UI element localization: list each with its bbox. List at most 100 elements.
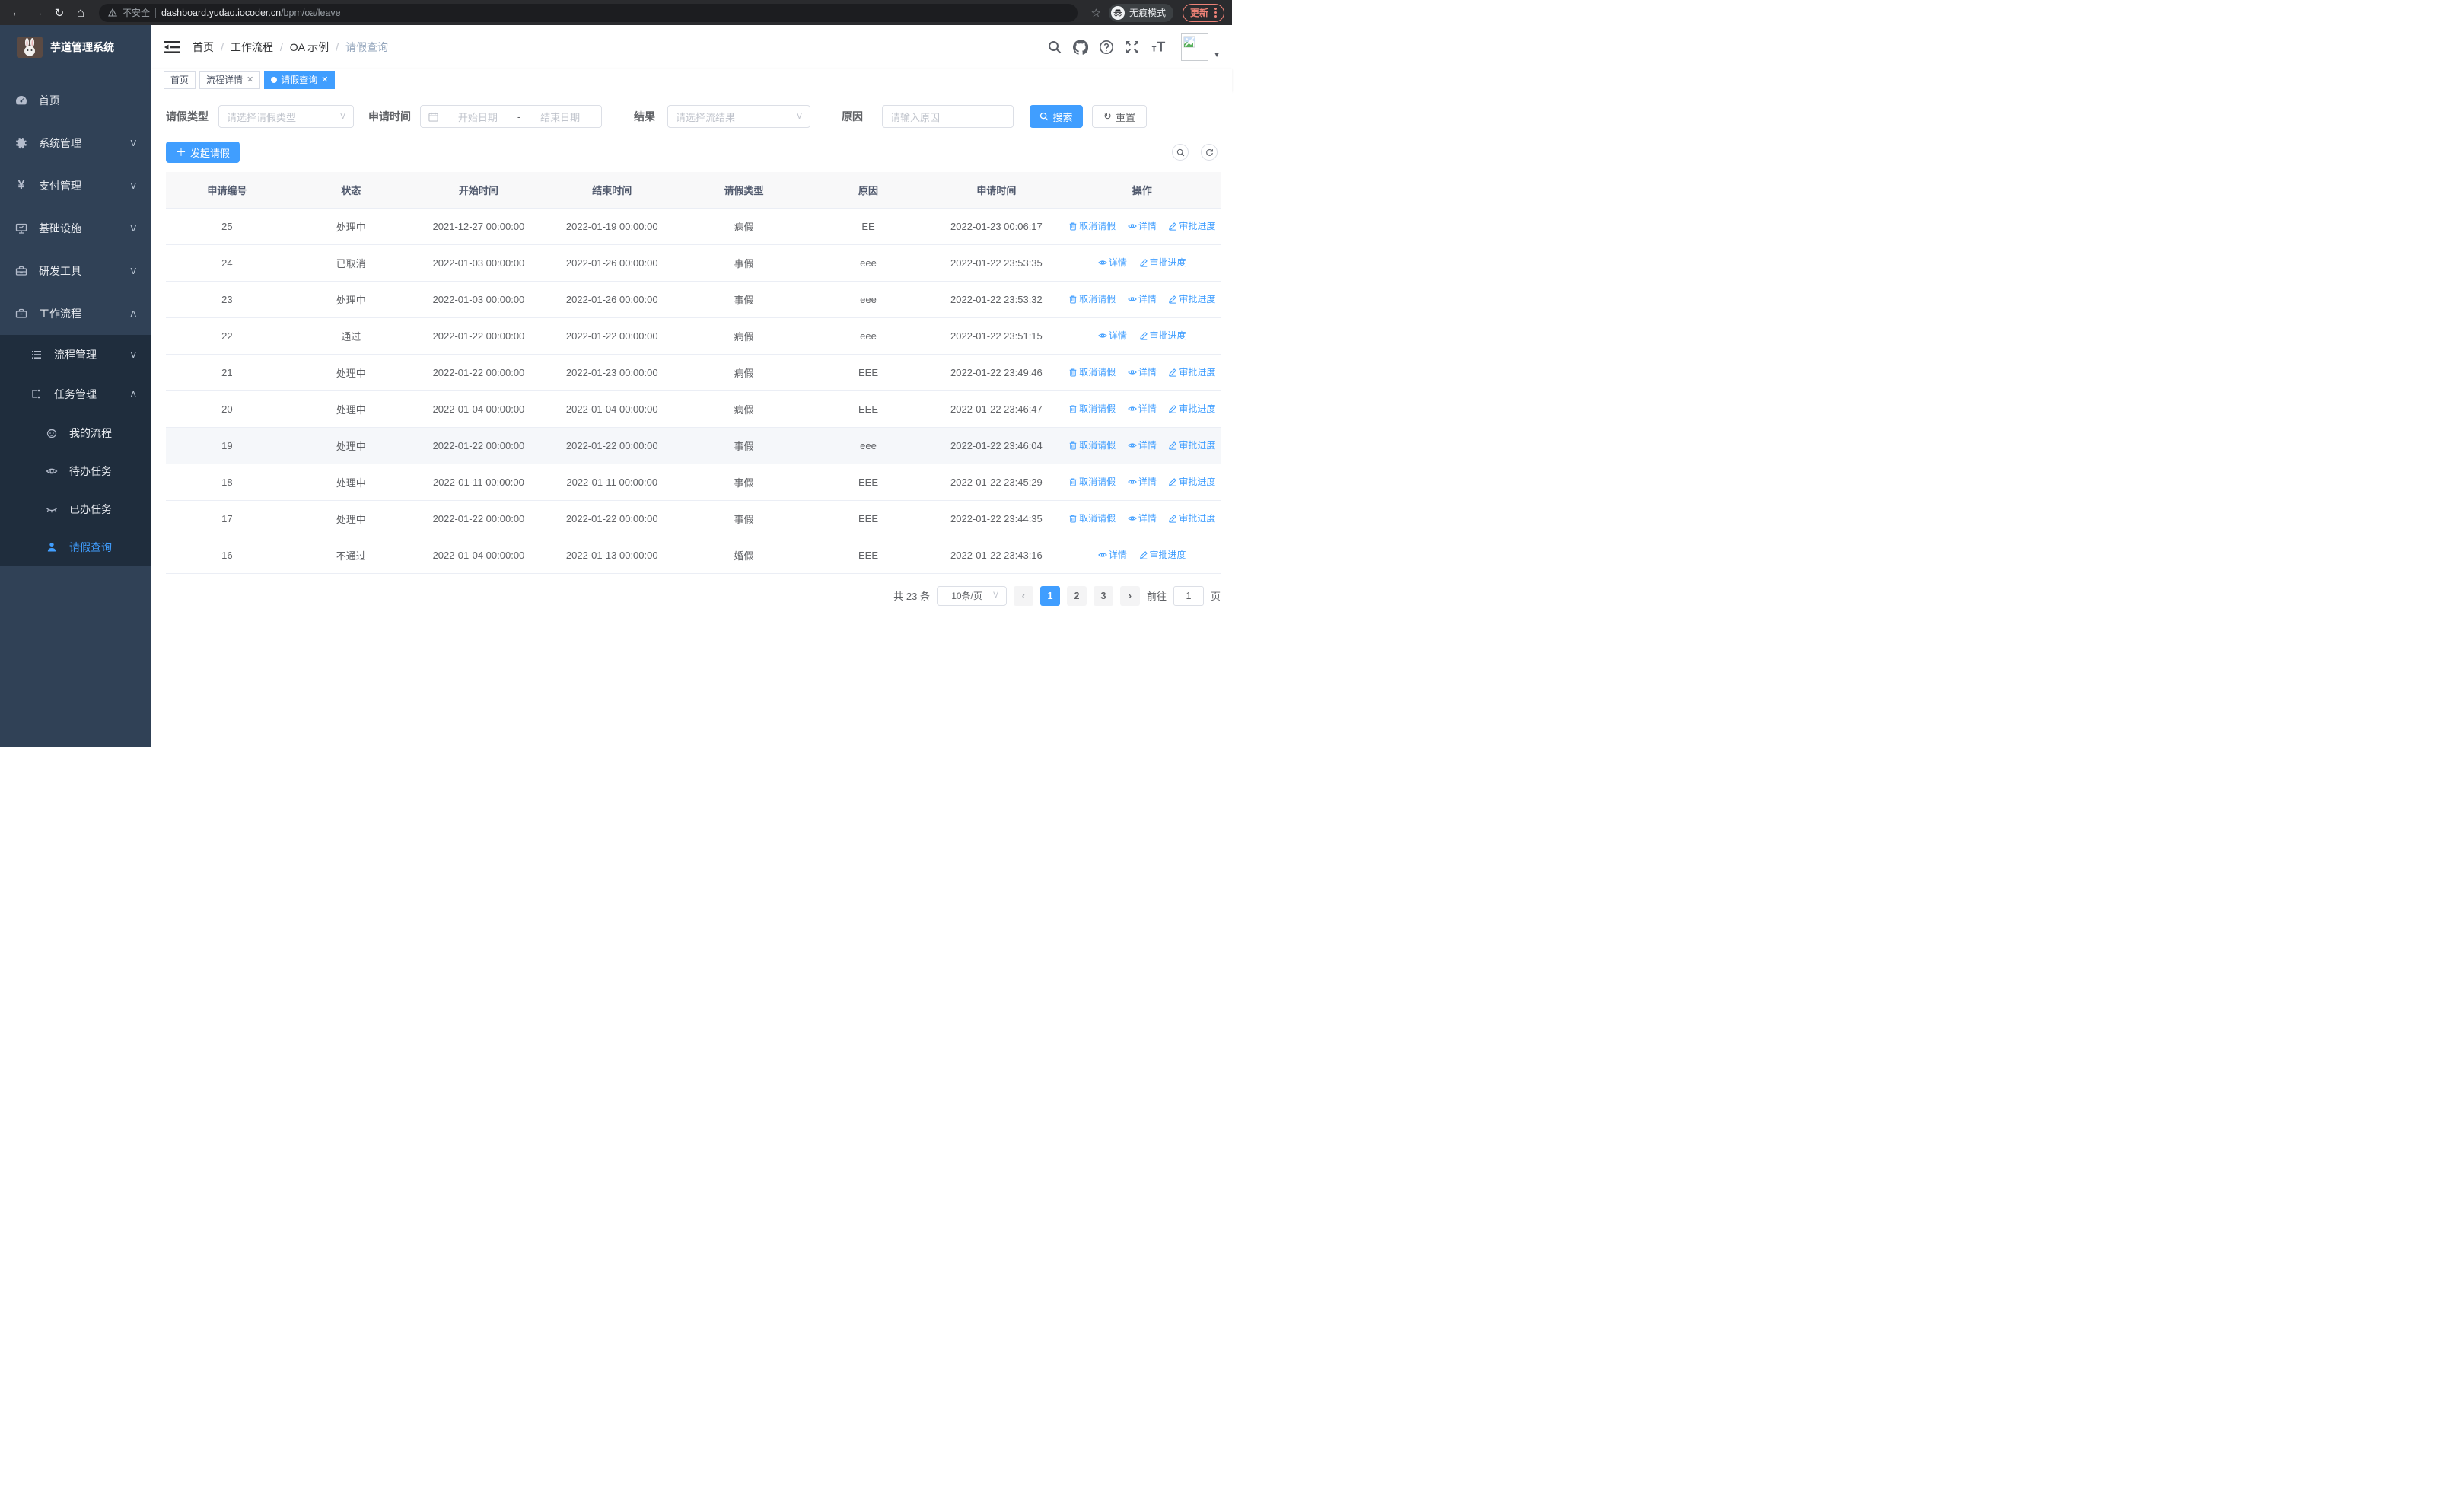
sidebar-item-workflow[interactable]: 工作流程 ᐱ <box>0 292 151 335</box>
fullscreen-icon[interactable] <box>1125 40 1140 55</box>
detail-link[interactable]: 详情 <box>1127 292 1157 305</box>
table-row[interactable]: 24 已取消 2022-01-03 00:00:00 2022-01-26 00… <box>166 244 1221 282</box>
leave-type-select[interactable]: 请选择请假类型 ᐯ <box>218 105 354 128</box>
detail-link[interactable]: 详情 <box>1127 475 1157 488</box>
table-row[interactable]: 19 处理中 2022-01-22 00:00:00 2022-01-22 00… <box>166 427 1221 464</box>
sidebar-item-todo-tasks[interactable]: 待办任务 <box>0 452 151 490</box>
user-avatar-menu[interactable]: ▼ <box>1181 33 1221 61</box>
sidebar-item-infrastructure[interactable]: 基础设施 ᐯ <box>0 207 151 250</box>
browser-forward-button[interactable]: → <box>29 4 47 22</box>
approval-progress-link[interactable]: 审批进度 <box>1168 475 1215 488</box>
tab-process-detail[interactable]: 流程详情 ✕ <box>199 70 261 89</box>
refresh-table-button[interactable] <box>1201 144 1218 161</box>
detail-link[interactable]: 详情 <box>1127 512 1157 524</box>
approval-progress-link[interactable]: 审批进度 <box>1168 512 1215 524</box>
breadcrumb-home[interactable]: 首页 <box>193 40 214 55</box>
table-row[interactable]: 21 处理中 2022-01-22 00:00:00 2022-01-23 00… <box>166 354 1221 391</box>
create-leave-button[interactable]: ＋ 发起请假 <box>166 142 240 163</box>
security-label[interactable]: 不安全 <box>123 6 150 19</box>
approval-progress-link[interactable]: 审批进度 <box>1139 548 1186 561</box>
table-row[interactable]: 22 通过 2022-01-22 00:00:00 2022-01-22 00:… <box>166 317 1221 355</box>
browser-back-button[interactable]: ← <box>8 4 26 22</box>
detail-link[interactable]: 详情 <box>1097 329 1127 342</box>
sidebar-item-done-tasks[interactable]: 已办任务 <box>0 490 151 528</box>
detail-link[interactable]: 详情 <box>1127 219 1157 232</box>
detail-link[interactable]: 详情 <box>1097 256 1127 269</box>
detail-link[interactable]: 详情 <box>1127 438 1157 451</box>
cancel-leave-link[interactable]: 取消请假 <box>1068 512 1116 524</box>
browser-menu-icon[interactable] <box>1214 8 1217 18</box>
page-button-3[interactable]: 3 <box>1093 585 1113 606</box>
table-row[interactable]: 17 处理中 2022-01-22 00:00:00 2022-01-22 00… <box>166 500 1221 537</box>
bookmark-star-icon[interactable]: ☆ <box>1091 6 1101 20</box>
sidebar-item-task-management[interactable]: 任务管理 ᐱ <box>0 375 151 414</box>
table-row[interactable]: 25 处理中 2021-12-27 00:00:00 2022-01-19 00… <box>166 208 1221 245</box>
show-search-toggle-button[interactable] <box>1172 144 1189 161</box>
cell-start-time: 2022-01-03 00:00:00 <box>413 244 544 282</box>
col-start-time: 开始时间 <box>413 172 544 209</box>
sidebar-item-leave-query[interactable]: 请假查询 <box>0 528 151 566</box>
close-icon[interactable]: ✕ <box>321 75 328 84</box>
result-select[interactable]: 请选择流结果 ᐯ <box>667 105 810 128</box>
reset-button[interactable]: ↻ 重置 <box>1092 105 1147 128</box>
approval-progress-link[interactable]: 审批进度 <box>1168 292 1215 305</box>
detail-link[interactable]: 详情 <box>1097 548 1127 561</box>
page-size-select[interactable]: 10条/页 ᐯ <box>936 585 1007 606</box>
refresh-icon: ↻ <box>1103 110 1112 122</box>
cell-actions: 取消请假 详情 审批进度 <box>1063 500 1221 537</box>
breadcrumb-workflow[interactable]: 工作流程 <box>231 40 273 55</box>
sidebar-item-devtools[interactable]: 研发工具 ᐯ <box>0 250 151 292</box>
font-size-icon[interactable] <box>1151 40 1166 55</box>
sidebar-item-my-process[interactable]: 我的流程 <box>0 414 151 452</box>
cancel-leave-link[interactable]: 取消请假 <box>1068 219 1116 232</box>
sidebar-item-system[interactable]: 系统管理 ᐯ <box>0 122 151 164</box>
browser-update-button[interactable]: 更新 <box>1182 3 1224 22</box>
apply-time-range-picker[interactable]: 开始日期 - 结束日期 <box>420 105 602 128</box>
detail-link[interactable]: 详情 <box>1127 365 1157 378</box>
chevron-down-icon: ᐯ <box>130 350 136 360</box>
next-page-button[interactable]: › <box>1119 585 1140 606</box>
sidebar-item-payment[interactable]: ¥ 支付管理 ᐯ <box>0 164 151 207</box>
table-row[interactable]: 18 处理中 2022-01-11 00:00:00 2022-01-11 00… <box>166 464 1221 501</box>
goto-page-input[interactable] <box>1173 585 1204 606</box>
cell-end-time: 2022-01-13 00:00:00 <box>543 537 681 574</box>
approval-progress-link[interactable]: 审批进度 <box>1168 219 1215 232</box>
pen-icon <box>1139 258 1148 267</box>
breadcrumb-oa-example[interactable]: OA 示例 <box>290 40 329 55</box>
address-bar[interactable]: 不安全 dashboard.yudao.iocoder.cn/bpm/oa/le… <box>99 3 1078 22</box>
table-row[interactable]: 23 处理中 2022-01-03 00:00:00 2022-01-26 00… <box>166 281 1221 318</box>
detail-link[interactable]: 详情 <box>1127 402 1157 415</box>
approval-progress-link[interactable]: 审批进度 <box>1168 438 1215 451</box>
app-logo-row[interactable]: 芋道管理系统 <box>0 25 151 69</box>
browser-home-button[interactable]: ⌂ <box>72 4 90 22</box>
sidebar-item-process-management[interactable]: 流程管理 ᐯ <box>0 335 151 375</box>
tab-home[interactable]: 首页 <box>164 70 196 89</box>
table-row[interactable]: 16 不通过 2022-01-04 00:00:00 2022-01-13 00… <box>166 537 1221 574</box>
chevron-down-icon: ᐯ <box>340 112 345 121</box>
approval-progress-link[interactable]: 审批进度 <box>1168 402 1215 415</box>
filter-form: 请假类型 请选择请假类型 ᐯ 申请时间 开始日期 - 结束日期 结果 请选择流结… <box>166 105 1221 128</box>
approval-progress-link[interactable]: 审批进度 <box>1139 256 1186 269</box>
cancel-leave-link[interactable]: 取消请假 <box>1068 292 1116 305</box>
approval-progress-link[interactable]: 审批进度 <box>1168 365 1215 378</box>
github-icon[interactable] <box>1073 39 1089 55</box>
cancel-leave-link[interactable]: 取消请假 <box>1068 438 1116 451</box>
reason-input[interactable]: 请输入原因 <box>882 105 1014 128</box>
sidebar-item-home[interactable]: 首页 <box>0 79 151 122</box>
tab-leave-query[interactable]: 请假查询 ✕ <box>264 70 336 89</box>
header-search-icon[interactable] <box>1047 40 1062 55</box>
search-button[interactable]: 搜索 <box>1030 105 1083 128</box>
avatar-caret-icon: ▼ <box>1213 50 1221 59</box>
cancel-leave-link[interactable]: 取消请假 <box>1068 365 1116 378</box>
page-button-2[interactable]: 2 <box>1066 585 1087 606</box>
approval-progress-link[interactable]: 审批进度 <box>1139 329 1186 342</box>
prev-page-button[interactable]: ‹ <box>1013 585 1033 606</box>
table-row[interactable]: 20 处理中 2022-01-04 00:00:00 2022-01-04 00… <box>166 390 1221 428</box>
page-button-1[interactable]: 1 <box>1039 585 1060 606</box>
help-icon[interactable] <box>1099 40 1114 55</box>
cancel-leave-link[interactable]: 取消请假 <box>1068 402 1116 415</box>
cancel-leave-link[interactable]: 取消请假 <box>1068 475 1116 488</box>
browser-reload-button[interactable]: ↻ <box>50 4 68 22</box>
sidebar-collapse-icon[interactable] <box>164 39 180 56</box>
close-icon[interactable]: ✕ <box>247 75 253 84</box>
